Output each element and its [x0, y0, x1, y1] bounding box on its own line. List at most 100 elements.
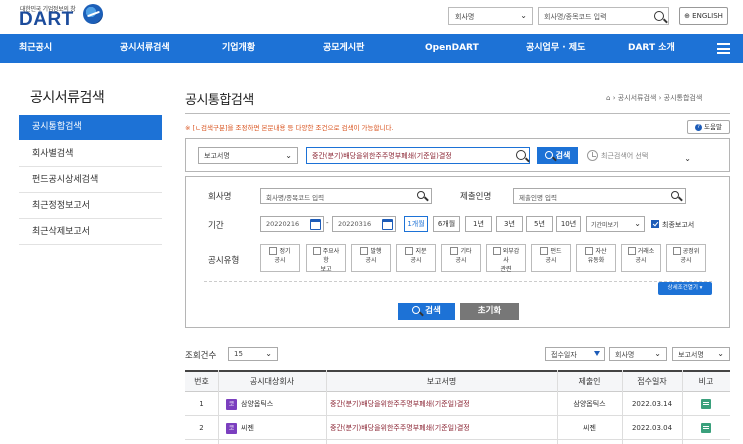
breadcrumb-item[interactable]: 공시서류검색 [618, 94, 657, 102]
period-3y-button[interactable]: 3년 [496, 216, 523, 232]
row-report-link[interactable]: 중간(분기)배당을위한주주명부폐쇄(기준일)결정 [326, 392, 557, 416]
dart-logo[interactable]: DART [19, 9, 74, 31]
recent-search-select[interactable]: 최근검색어 선택 ⌄ [585, 148, 713, 164]
row-note [682, 392, 730, 416]
type-checkbox[interactable] [312, 246, 321, 255]
row-note [682, 416, 730, 440]
quick-search-panel: 보고서명 ⌄ 중간(분기)배당을위한주주명부폐쇄(기준일)결정 검색 최근검색어… [185, 138, 730, 172]
type-checkbox[interactable] [585, 246, 594, 255]
type-label: 외부감 [502, 248, 520, 255]
column-header: 번호 [194, 377, 209, 386]
submitter-input[interactable]: 제출인명 입력 [513, 188, 686, 204]
company-input[interactable]: 회사명/종목코드 입력 [260, 188, 432, 204]
sidebar-item-fund-search[interactable]: 펀드공시상세검색 [19, 168, 162, 193]
submitter-label: 제출인명 [460, 192, 492, 202]
nav-item-system[interactable]: 공시업무 · 제도 [526, 34, 585, 63]
type-checkbox[interactable] [627, 246, 636, 255]
dart-logo-icon[interactable] [83, 4, 103, 24]
search-icon[interactable] [516, 150, 526, 160]
calendar-icon[interactable] [310, 219, 321, 230]
sort-report-select[interactable]: 보고서명 ⌄ [672, 347, 730, 361]
globe-icon: ⊕ [684, 12, 693, 20]
type-checkbox[interactable] [492, 246, 501, 255]
type-checkbox[interactable] [405, 246, 414, 255]
type-exchange[interactable]: 거래소 공시 [621, 244, 661, 272]
final-report-checkbox[interactable] [651, 220, 659, 228]
column-divider [557, 370, 558, 444]
row-company-name[interactable]: 씨젠 [241, 424, 254, 432]
date-from-input[interactable]: 20220216 [260, 216, 324, 232]
chevron-down-icon: ⌄ [717, 349, 724, 358]
detail-conditions-toggle[interactable]: 상세조건열기 ▾ [658, 282, 712, 295]
form-divider [204, 281, 712, 282]
help-button[interactable]: ? 도움말 [687, 120, 730, 134]
nav-item-recent[interactable]: 최근공시 [19, 34, 52, 63]
column-header: 비고 [698, 377, 714, 386]
nav-item-search[interactable]: 공시서류검색 [120, 34, 170, 63]
type-label: 공시 [545, 257, 557, 264]
type-label: 항 [323, 257, 329, 264]
period-10y-button[interactable]: 10년 [556, 216, 581, 232]
sort-date-select[interactable]: 접수일자 [545, 347, 605, 361]
home-icon[interactable]: ⌂ [606, 94, 610, 102]
period-select[interactable]: 기간미보기 ⌄ [586, 216, 645, 232]
document-icon[interactable] [701, 423, 711, 433]
period-1m-button[interactable]: 1개월 [404, 216, 428, 232]
type-other[interactable]: 기타 공시 [441, 244, 481, 272]
type-label: 주요사 [322, 248, 340, 255]
company-search-input[interactable]: 회사명/종목코드 입력 [538, 7, 669, 25]
type-label: 공시 [365, 257, 377, 264]
menu-icon[interactable] [717, 43, 730, 54]
type-major-event[interactable]: 주요사 항 보고 [306, 244, 346, 273]
type-issuance[interactable]: 발행 공시 [351, 244, 391, 272]
quick-search-button-label: 검색 [555, 151, 571, 160]
type-fund[interactable]: 펀드공시 [531, 244, 571, 272]
search-icon[interactable] [654, 11, 664, 21]
sidebar-item-company-search[interactable]: 회사별검색 [19, 142, 162, 167]
type-checkbox[interactable] [672, 246, 681, 255]
nav-item-opendart[interactable]: OpenDART [425, 34, 479, 63]
type-periodic[interactable]: 정기 공시 [260, 244, 300, 272]
period-1y-button[interactable]: 1년 [465, 216, 492, 232]
row-company-name[interactable]: 삼양옵틱스 [241, 400, 273, 408]
type-label: 거래소 [637, 248, 655, 255]
type-checkbox[interactable] [540, 246, 549, 255]
search-icon[interactable] [671, 191, 679, 199]
type-external-audit[interactable]: 외부감 사 관련 [486, 244, 526, 273]
sidebar-item-integrated-search[interactable]: 공시통합검색 [19, 115, 162, 140]
type-ftc[interactable]: 공정위 공시 [666, 244, 706, 272]
nav-item-ipo-board[interactable]: 공모게시판 [323, 34, 364, 63]
row-company[interactable]: 코 씨젠 [218, 416, 326, 440]
type-checkbox[interactable] [269, 246, 278, 255]
breadcrumb-item[interactable]: 공시통합검색 [664, 94, 703, 102]
chevron-down-icon: ⌄ [265, 349, 272, 358]
type-equity[interactable]: 지분 공시 [396, 244, 436, 272]
english-button[interactable]: ⊕ ENGLISH [679, 7, 728, 25]
reset-button[interactable]: 초기화 [460, 303, 519, 320]
type-checkbox[interactable] [360, 246, 369, 255]
row-number: 1 [199, 400, 204, 408]
period-5y-button[interactable]: 5년 [526, 216, 553, 232]
sort-company-select[interactable]: 회사명 ⌄ [609, 347, 667, 361]
row-report-link[interactable]: 중간(분기)배당을위한주주명부폐쇄(기준일)결정 [326, 416, 557, 440]
company-type-select[interactable]: 회사명 ⌄ [448, 7, 533, 25]
result-count-select[interactable]: 15 ⌄ [228, 347, 278, 361]
column-header: 보고서명 [426, 377, 457, 386]
document-icon[interactable] [701, 399, 711, 409]
sidebar-item-recent-corrections[interactable]: 최근정정보고서 [19, 194, 162, 219]
quick-search-button[interactable]: 검색 [537, 147, 578, 164]
type-label: 펀드 [550, 248, 562, 255]
sidebar-item-recent-deletions[interactable]: 최근삭제보고서 [19, 220, 162, 245]
nav-item-company[interactable]: 기업개황 [222, 34, 255, 63]
type-asset-backed[interactable]: 자산 유동화 [576, 244, 616, 272]
type-checkbox[interactable] [450, 246, 459, 255]
period-6m-button[interactable]: 6개월 [433, 216, 460, 232]
nav-item-about[interactable]: DART 소개 [628, 34, 675, 63]
search-icon[interactable] [417, 191, 425, 199]
row-company[interactable]: 코 삼양옵틱스 [218, 392, 326, 416]
search-type-select[interactable]: 보고서명 ⌄ [198, 147, 298, 164]
report-name-input[interactable]: 중간(분기)배당을위한주주명부폐쇄(기준일)결정 [306, 147, 530, 164]
date-to-input[interactable]: 20220316 [332, 216, 396, 232]
search-button[interactable]: 검색 [398, 303, 455, 320]
calendar-icon[interactable] [382, 219, 393, 230]
